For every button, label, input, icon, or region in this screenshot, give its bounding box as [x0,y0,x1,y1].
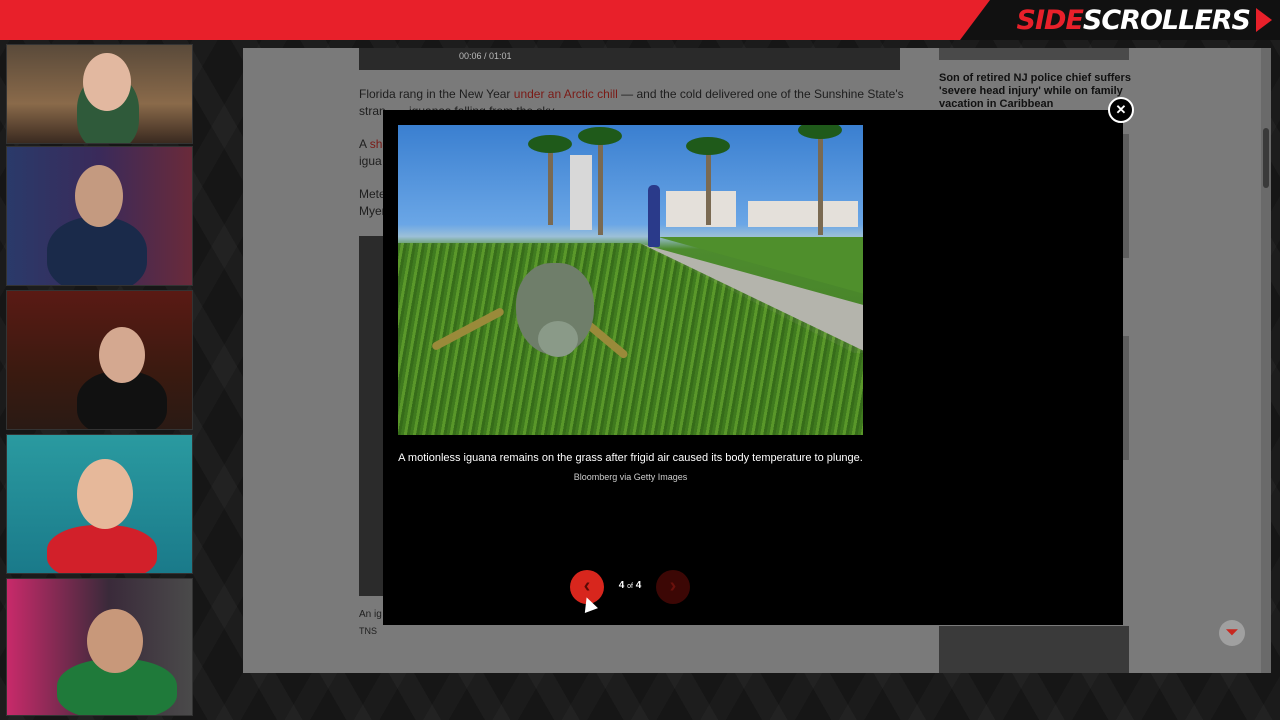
gallery-counter: 4 of 4 [605,580,655,591]
video-time: 00:06 / 01:01 [459,51,512,61]
arctic-chill-link[interactable]: under an Arctic chill [514,87,618,101]
gallery-total: 4 [635,580,642,591]
article-image-credit: TNS [359,626,377,636]
photo-palm-frond-3 [528,135,572,153]
photo-tower [570,155,592,230]
webcam-2-head [75,165,123,227]
photo-palm-frond-4 [798,125,842,139]
page-scrollbar[interactable] [1261,48,1271,673]
sidebar-video-thumb[interactable] [939,626,1129,673]
gallery-of: of [627,583,633,590]
gallery-credit: Bloomberg via Getty Images [573,472,688,482]
webcam-5-head [87,609,143,673]
pdf-icon[interactable]: ⏷ [1219,620,1245,646]
webcam-3-head [99,327,145,383]
close-icon: ✕ [1115,102,1127,117]
gallery-current: 4 [618,580,625,591]
gallery-next-button[interactable]: › [656,570,690,604]
photo-palm-2 [706,145,711,225]
gallery-close-button[interactable]: ✕ [1108,97,1134,123]
webcam-2-person [47,217,147,285]
photo-building-2 [748,201,858,227]
article-paragraph-3: Mete Myer [359,187,386,218]
article-image-caption: An ig [359,609,382,620]
sidebar-headline[interactable]: Son of retired NJ police chief suffers '… [939,72,1135,111]
photo-palm-frond-2 [686,137,730,155]
gallery-caption: A motionless iguana remains on the grass… [398,452,863,464]
sidescrollers-logo: SIDE SCROLLERS [1017,2,1272,38]
photo-palm-4 [818,125,823,235]
photo-walker [648,185,660,247]
video-player-controls[interactable]: 00:06 / 01:01 [359,48,900,70]
article-image[interactable] [359,236,383,596]
gallery-modal: A motionless iguana remains on the grass… [383,110,1123,625]
chevron-left-icon: ‹ [583,575,591,597]
webcam-5 [6,578,193,716]
chevron-right-icon: › [669,575,677,597]
photo-iguana-head [538,321,578,357]
gallery-photo [398,125,863,435]
logo-arrow-icon [1256,8,1272,32]
photo-building [666,191,736,227]
webcam-3 [6,290,193,430]
webcam-4 [6,434,193,574]
photo-palm-3 [548,145,553,225]
webcam-4-person [47,525,157,573]
scrollbar-thumb[interactable] [1263,128,1269,188]
webcam-2 [6,146,193,286]
photo-palm-1 [598,135,603,235]
webcam-4-head [77,459,133,529]
stream-layout: SIDE SCROLLERS 00:06 / 01:01 Florida rang… [0,0,1280,720]
logo-scrollers-text: SCROLLERS [1082,4,1251,36]
photo-palm-frond-1 [578,127,622,145]
sidebar-thumbnail[interactable] [939,48,1129,60]
webcam-1-head [83,53,131,111]
webcam-1 [6,44,193,144]
logo-side-text: SIDE [1016,4,1084,36]
